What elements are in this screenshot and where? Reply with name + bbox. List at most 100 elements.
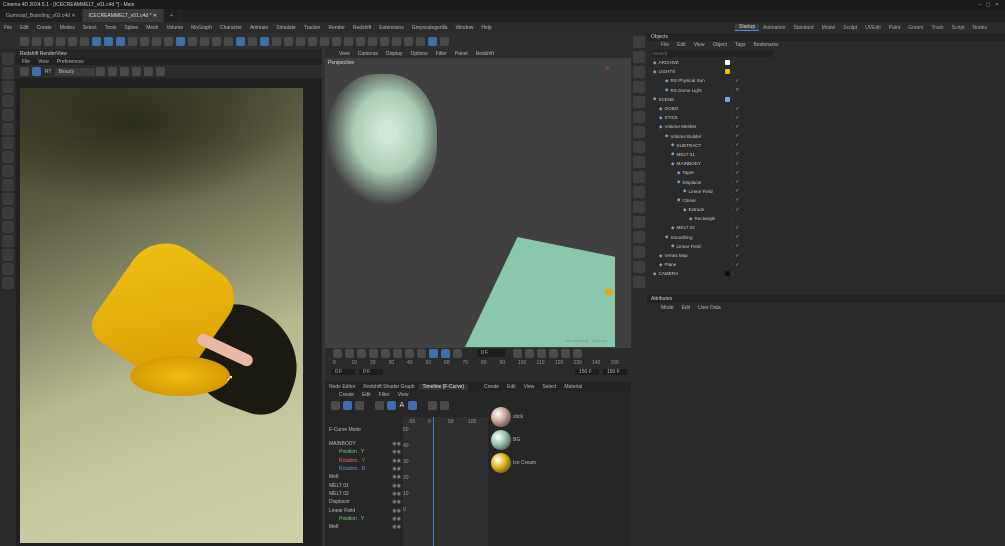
toolbar-icon[interactable] bbox=[247, 36, 257, 46]
object-row[interactable]: ◆ CAMERA: bbox=[647, 269, 1005, 278]
right-tool-icon[interactable] bbox=[633, 216, 645, 228]
object-row[interactable]: ◆ Extrude: ✓ bbox=[647, 205, 1005, 214]
keyframe-icon[interactable] bbox=[549, 348, 558, 358]
menu-greyscalegorilla[interactable]: Greyscalegorilla bbox=[408, 25, 452, 31]
right-tool-icon[interactable] bbox=[633, 246, 645, 258]
current-frame-field[interactable]: 0 F bbox=[477, 349, 505, 357]
layout-tab-track[interactable]: Track bbox=[927, 25, 947, 31]
visibility-dots-icon[interactable]: : bbox=[732, 271, 733, 276]
object-row[interactable]: ◆ MELT 02: ✓ bbox=[647, 223, 1005, 232]
track-visibility-icon[interactable]: ◉◉ bbox=[392, 458, 401, 464]
toolbar-icon[interactable] bbox=[43, 36, 53, 46]
visibility-dots-icon[interactable]: : bbox=[732, 244, 733, 249]
material-preview-icon[interactable] bbox=[491, 430, 511, 450]
fc-tool-icon[interactable] bbox=[354, 400, 364, 410]
rv-menu-file[interactable]: File bbox=[18, 59, 34, 65]
track-visibility-icon[interactable]: ◉◉ bbox=[392, 491, 401, 497]
playhead-line[interactable] bbox=[433, 417, 434, 546]
track-visibility-icon[interactable]: ◉◉ bbox=[392, 508, 401, 514]
toolbar-icon[interactable] bbox=[31, 36, 41, 46]
visibility-dots-icon[interactable]: : bbox=[732, 60, 733, 65]
right-tool-icon[interactable] bbox=[633, 81, 645, 93]
left-tool-icon[interactable] bbox=[2, 277, 14, 289]
attribute-menu-edit[interactable]: Edit bbox=[678, 305, 695, 311]
layout-tab-standard[interactable]: Standard bbox=[789, 25, 817, 31]
layer-color-swatch[interactable] bbox=[725, 78, 730, 83]
viewport-menu-filter[interactable]: Filter bbox=[432, 51, 451, 57]
toolbar-icon[interactable] bbox=[271, 36, 281, 46]
menu-mograph[interactable]: MoGraph bbox=[187, 25, 216, 31]
layer-color-swatch[interactable] bbox=[725, 88, 730, 93]
right-tool-icon[interactable] bbox=[633, 171, 645, 183]
toolbar-icon[interactable] bbox=[415, 36, 425, 46]
key-icon[interactable] bbox=[332, 348, 342, 358]
visibility-dots-icon[interactable]: : bbox=[732, 170, 733, 175]
track-visibility-icon[interactable]: ◉◉ bbox=[392, 441, 401, 447]
toolbar-icon[interactable] bbox=[391, 36, 401, 46]
render-image[interactable]: ➚ bbox=[20, 88, 314, 543]
right-tool-icon[interactable] bbox=[633, 111, 645, 123]
layer-color-swatch[interactable] bbox=[725, 115, 730, 120]
toolbar-icon[interactable] bbox=[343, 36, 353, 46]
visibility-dots-icon[interactable]: : bbox=[732, 161, 733, 166]
left-tool-icon[interactable] bbox=[2, 137, 14, 149]
left-tool-icon[interactable] bbox=[2, 207, 14, 219]
track-visibility-icon[interactable]: ◉◉ bbox=[392, 516, 401, 522]
track-visibility-icon[interactable]: ◉◉ bbox=[392, 474, 401, 480]
toolbar-icon[interactable] bbox=[91, 36, 101, 46]
menu-edit[interactable]: Edit bbox=[16, 25, 33, 31]
object-row[interactable]: ◆ LIGHTS: bbox=[647, 67, 1005, 76]
layer-color-swatch[interactable] bbox=[725, 235, 730, 240]
object-menu-tags[interactable]: Tags bbox=[731, 42, 750, 48]
text-icon[interactable]: A bbox=[400, 402, 405, 409]
toolbar-icon[interactable] bbox=[223, 36, 233, 46]
object-row[interactable]: ◆ SUBTRACT: ✓ bbox=[647, 141, 1005, 150]
fcurve-track[interactable]: MAINBODY ◉◉ bbox=[325, 440, 401, 448]
layer-color-swatch[interactable] bbox=[725, 152, 730, 157]
fc-tool-icon[interactable] bbox=[342, 400, 352, 410]
enabled-check-icon[interactable]: ✓ bbox=[735, 170, 739, 176]
menu-render[interactable]: Render bbox=[325, 25, 349, 31]
layer-color-swatch[interactable] bbox=[725, 244, 730, 249]
tab-node-editor[interactable]: Node Editor bbox=[325, 384, 359, 390]
toolbar-icon[interactable] bbox=[379, 36, 389, 46]
toolbar-icon[interactable] bbox=[331, 36, 341, 46]
layer-color-swatch[interactable] bbox=[725, 161, 730, 166]
menu-file[interactable]: File bbox=[0, 25, 16, 31]
layer-color-swatch[interactable] bbox=[725, 198, 730, 203]
object-row[interactable]: ◆ Vertex Map: ✓ bbox=[647, 251, 1005, 260]
right-tool-icon[interactable] bbox=[633, 51, 645, 63]
toolbar-icon[interactable] bbox=[163, 36, 173, 46]
menu-animate[interactable]: Animate bbox=[246, 25, 272, 31]
toolbar-icon[interactable] bbox=[295, 36, 305, 46]
rv-tool-icon[interactable] bbox=[156, 67, 166, 76]
visibility-dots-icon[interactable]: : bbox=[732, 198, 733, 203]
object-search-input[interactable] bbox=[653, 50, 773, 57]
loop-icon[interactable] bbox=[440, 348, 450, 358]
layer-color-swatch[interactable] bbox=[725, 143, 730, 148]
left-tool-icon[interactable] bbox=[2, 221, 14, 233]
loop-icon[interactable] bbox=[428, 348, 438, 358]
enabled-check-icon[interactable]: ✓ bbox=[735, 234, 739, 240]
visibility-dots-icon[interactable]: : bbox=[732, 97, 733, 102]
right-tool-icon[interactable] bbox=[633, 201, 645, 213]
toolbar-icon[interactable] bbox=[367, 36, 377, 46]
next-frame-icon[interactable] bbox=[392, 348, 402, 358]
render-refresh-icon[interactable] bbox=[31, 67, 41, 76]
enabled-check-icon[interactable]: ✓ bbox=[735, 179, 739, 185]
visibility-dots-icon[interactable]: : bbox=[732, 88, 733, 93]
enabled-check-icon[interactable]: ✓ bbox=[735, 197, 739, 203]
object-menu-view[interactable]: View bbox=[690, 42, 709, 48]
rv-tool-icon[interactable] bbox=[108, 67, 118, 76]
enabled-check-icon[interactable]: ✓ bbox=[735, 207, 739, 213]
left-tool-icon[interactable] bbox=[2, 193, 14, 205]
rv-tool-icon[interactable] bbox=[120, 67, 130, 76]
visibility-dots-icon[interactable]: : bbox=[732, 115, 733, 120]
fcurve-track[interactable]: MELT 02 ◉◉ bbox=[325, 490, 401, 498]
enabled-check-icon[interactable]: ✓ bbox=[735, 133, 739, 139]
enabled-check-icon[interactable]: ✓ bbox=[735, 225, 739, 231]
autokey-icon[interactable] bbox=[525, 348, 534, 358]
viewport-menu-panel[interactable]: Panel bbox=[451, 51, 472, 57]
left-tool-icon[interactable] bbox=[2, 123, 14, 135]
visibility-dots-icon[interactable]: : bbox=[732, 253, 733, 258]
